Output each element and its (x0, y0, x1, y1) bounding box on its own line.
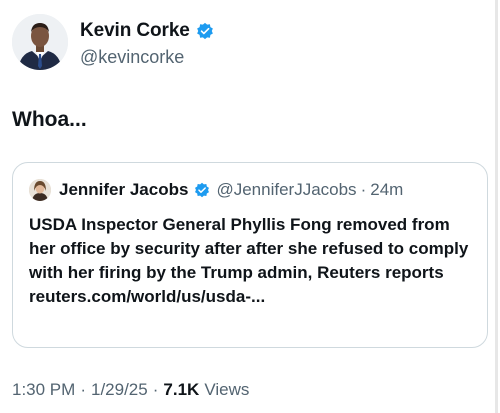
verified-badge-icon (196, 22, 214, 40)
author-name-row: Kevin Corke (80, 20, 214, 42)
meta-separator: · (80, 380, 86, 399)
tweet-text: Whoa... (12, 108, 87, 131)
quoted-tweet[interactable]: Jennifer Jacobs @JenniferJJacobs · 24m U… (12, 162, 488, 348)
author-handle[interactable]: @kevincorke (80, 47, 184, 68)
quoted-tweet-header: Jennifer Jacobs @JenniferJJacobs · 24m (29, 179, 403, 201)
profile-photo-icon (12, 14, 68, 70)
quoted-tweet-text: USDA Inspector General Phyllis Fong remo… (29, 215, 469, 306)
tweet-date[interactable]: 1/29/25 (91, 380, 148, 400)
tweet-time[interactable]: 1:30 PM (12, 380, 75, 400)
views-label: Views (204, 380, 250, 399)
quoted-display-name[interactable]: Jennifer Jacobs (59, 180, 188, 200)
quoted-separator: · (360, 180, 367, 199)
author-display-name[interactable]: Kevin Corke (80, 20, 190, 42)
tweet-meta: 1:30 PM · 1/29/25 · 7.1K Views (12, 380, 249, 400)
views-count: 7.1K (163, 380, 200, 399)
scrollbar[interactable] (495, 0, 498, 413)
meta-separator: · (152, 380, 159, 399)
quoted-profile-photo-icon (29, 179, 51, 201)
author-avatar[interactable] (12, 14, 68, 70)
tweet-card: Kevin Corke @kevincorke Whoa... Jennifer… (0, 0, 500, 413)
quoted-handle[interactable]: @JenniferJJacobs (216, 180, 356, 200)
quoted-verified-badge-icon (194, 182, 210, 198)
quoted-timestamp[interactable]: 24m (370, 180, 403, 200)
quoted-author-avatar[interactable] (29, 179, 51, 201)
